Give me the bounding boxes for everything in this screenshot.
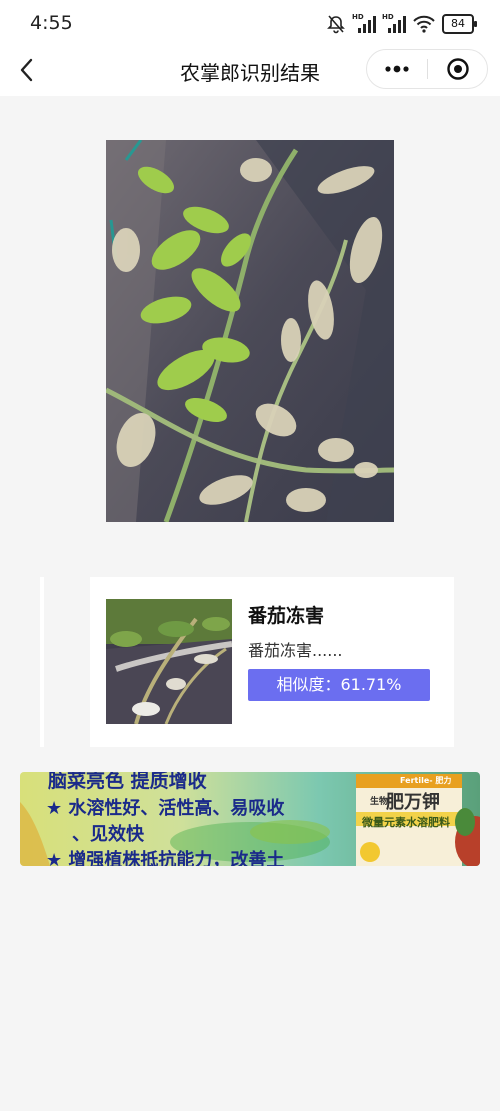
result-name: 番茄冻害 [248, 605, 325, 627]
ad-feature-1-cont: 、见效快 [72, 824, 144, 845]
battery-icon: 84 [442, 14, 477, 34]
ad-product: 微量元素水溶肥料 [362, 816, 450, 829]
ad-headline: 脑菜亮色 提质增收 [48, 772, 207, 792]
ad-feature-1: ★ 水溶性好、活性高、易吸收 [46, 798, 285, 819]
ad-brand-small: Fertile- 肥力 [400, 776, 452, 785]
more-button[interactable] [367, 50, 427, 88]
result-thumbnail [106, 599, 232, 724]
mute-bell-icon [327, 15, 345, 34]
close-miniprogram-button[interactable] [428, 50, 487, 88]
result-description: 番茄冻害...... [248, 641, 343, 660]
more-dots-icon [385, 65, 409, 73]
result-card[interactable]: 番茄冻害 番茄冻害...... 相似度：61.71% [90, 577, 454, 747]
nav-bar: 农掌郎识别结果 [0, 46, 500, 96]
similarity-badge: 相似度：61.71% [248, 669, 430, 701]
ad-brand: 肥万钾 [386, 792, 440, 813]
target-circle-icon [446, 58, 469, 80]
ad-banner[interactable]: 脑菜亮色 提质增收 ★ 水溶性好、活性高、易吸收 、见效快 ★ 增强植株抵抗能力… [20, 772, 480, 866]
uploaded-plant-photo [106, 140, 394, 522]
miniprogram-capsule [366, 49, 488, 89]
ad-feature-2: ★ 增强植株抵抗能力，改善土 [46, 850, 285, 866]
status-bar: 4:55 HD HD 84 [0, 0, 500, 46]
result-indicator-line [40, 577, 44, 747]
signal-icon: HD [382, 13, 406, 33]
wifi-icon [413, 15, 435, 33]
status-icons: HD HD 84 [326, 13, 477, 34]
signal-icon: HD [352, 13, 376, 33]
status-time: 4:55 [30, 12, 73, 34]
